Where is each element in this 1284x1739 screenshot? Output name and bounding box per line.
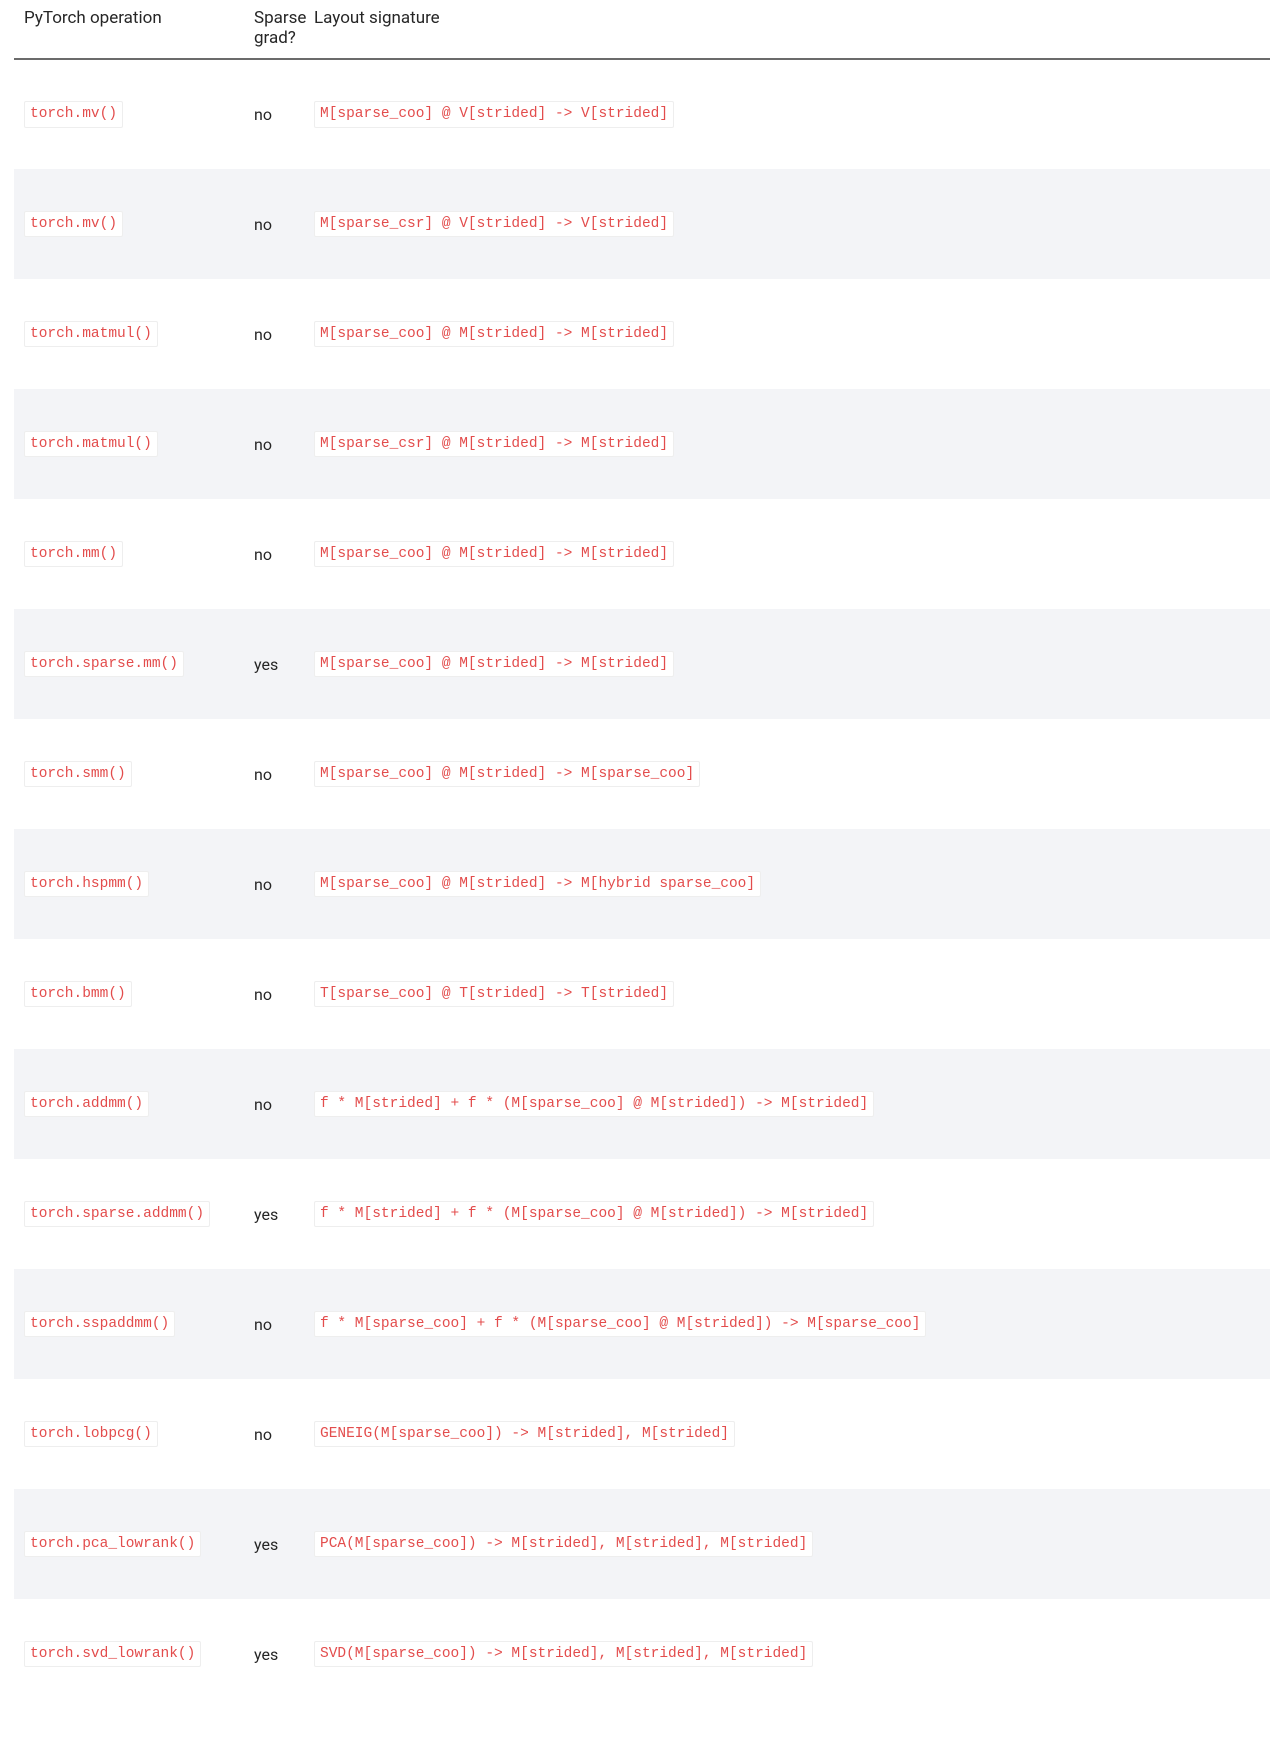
sparse-grad-cell: no: [244, 389, 304, 499]
layout-signature: M[sparse_coo] @ M[strided] -> M[strided]: [314, 321, 674, 347]
sparse-grad-cell: yes: [244, 1599, 304, 1709]
sparse-grad-cell: no: [244, 59, 304, 169]
op-link[interactable]: torch.sspaddmm(): [24, 1311, 175, 1337]
layout-signature: M[sparse_coo] @ M[strided] -> M[sparse_c…: [314, 761, 700, 787]
op-link[interactable]: torch.pca_lowrank(): [24, 1531, 201, 1557]
header-operation: PyTorch operation: [14, 0, 244, 59]
layout-signature: M[sparse_coo] @ M[strided] -> M[strided]: [314, 541, 674, 567]
table-row: torch.mv() no M[sparse_csr] @ V[strided]…: [14, 169, 1270, 279]
table-row: torch.matmul() no M[sparse_csr] @ M[stri…: [14, 389, 1270, 499]
layout-signature: M[sparse_coo] @ M[strided] -> M[strided]: [314, 651, 674, 677]
sparse-grad-cell: no: [244, 499, 304, 609]
sparse-grad-cell: no: [244, 939, 304, 1049]
op-link[interactable]: torch.matmul(): [24, 431, 158, 457]
layout-signature: M[sparse_coo] @ V[strided] -> V[strided]: [314, 101, 674, 127]
sparse-grad-cell: no: [244, 279, 304, 389]
table-row: torch.sparse.addmm() yes f * M[strided] …: [14, 1159, 1270, 1269]
op-link[interactable]: torch.sparse.addmm(): [24, 1201, 210, 1227]
op-link[interactable]: torch.mv(): [24, 101, 123, 127]
header-sparse-grad: Sparse grad?: [244, 0, 304, 59]
table-row: torch.sspaddmm() no f * M[sparse_coo] + …: [14, 1269, 1270, 1379]
layout-signature: f * M[strided] + f * (M[sparse_coo] @ M[…: [314, 1201, 874, 1227]
op-link[interactable]: torch.smm(): [24, 761, 132, 787]
op-link[interactable]: torch.svd_lowrank(): [24, 1641, 201, 1667]
layout-signature: M[sparse_csr] @ M[strided] -> M[strided]: [314, 431, 674, 457]
table-row: torch.addmm() no f * M[strided] + f * (M…: [14, 1049, 1270, 1159]
op-link[interactable]: torch.hspmm(): [24, 871, 149, 897]
op-link[interactable]: torch.bmm(): [24, 981, 132, 1007]
layout-signature: GENEIG(M[sparse_coo]) -> M[strided], M[s…: [314, 1421, 735, 1447]
sparse-grad-cell: no: [244, 169, 304, 279]
layout-signature: f * M[strided] + f * (M[sparse_coo] @ M[…: [314, 1091, 874, 1117]
table-row: torch.svd_lowrank() yes SVD(M[sparse_coo…: [14, 1599, 1270, 1709]
op-link[interactable]: torch.sparse.mm(): [24, 651, 184, 677]
op-link[interactable]: torch.mm(): [24, 541, 123, 567]
op-link[interactable]: torch.addmm(): [24, 1091, 149, 1117]
sparse-grad-cell: yes: [244, 1159, 304, 1269]
sparse-grad-cell: no: [244, 829, 304, 939]
table-row: torch.sparse.mm() yes M[sparse_coo] @ M[…: [14, 609, 1270, 719]
table-row: torch.mv() no M[sparse_coo] @ V[strided]…: [14, 59, 1270, 169]
sparse-grad-cell: no: [244, 1049, 304, 1159]
table-row: torch.pca_lowrank() yes PCA(M[sparse_coo…: [14, 1489, 1270, 1599]
sparse-grad-cell: no: [244, 1379, 304, 1489]
table-row: torch.matmul() no M[sparse_coo] @ M[stri…: [14, 279, 1270, 389]
sparse-grad-cell: yes: [244, 609, 304, 719]
op-link[interactable]: torch.matmul(): [24, 321, 158, 347]
layout-signature: T[sparse_coo] @ T[strided] -> T[strided]: [314, 981, 674, 1007]
sparse-grad-cell: no: [244, 1269, 304, 1379]
table-row: torch.mm() no M[sparse_coo] @ M[strided]…: [14, 499, 1270, 609]
sparse-grad-cell: yes: [244, 1489, 304, 1599]
op-link[interactable]: torch.mv(): [24, 211, 123, 237]
table-row: torch.hspmm() no M[sparse_coo] @ M[strid…: [14, 829, 1270, 939]
header-layout: Layout signature: [304, 0, 1270, 59]
layout-signature: M[sparse_csr] @ V[strided] -> V[strided]: [314, 211, 674, 237]
layout-signature: SVD(M[sparse_coo]) -> M[strided], M[stri…: [314, 1641, 813, 1667]
layout-signature: f * M[sparse_coo] + f * (M[sparse_coo] @…: [314, 1311, 926, 1337]
table-row: torch.lobpcg() no GENEIG(M[sparse_coo]) …: [14, 1379, 1270, 1489]
op-link[interactable]: torch.lobpcg(): [24, 1421, 158, 1447]
layout-signature: M[sparse_coo] @ M[strided] -> M[hybrid s…: [314, 871, 761, 897]
table-header-row: PyTorch operation Sparse grad? Layout si…: [14, 0, 1270, 59]
layout-signature: PCA(M[sparse_coo]) -> M[strided], M[stri…: [314, 1531, 813, 1557]
sparse-ops-table: PyTorch operation Sparse grad? Layout si…: [14, 0, 1270, 1709]
table-row: torch.smm() no M[sparse_coo] @ M[strided…: [14, 719, 1270, 829]
table-row: torch.bmm() no T[sparse_coo] @ T[strided…: [14, 939, 1270, 1049]
sparse-grad-cell: no: [244, 719, 304, 829]
